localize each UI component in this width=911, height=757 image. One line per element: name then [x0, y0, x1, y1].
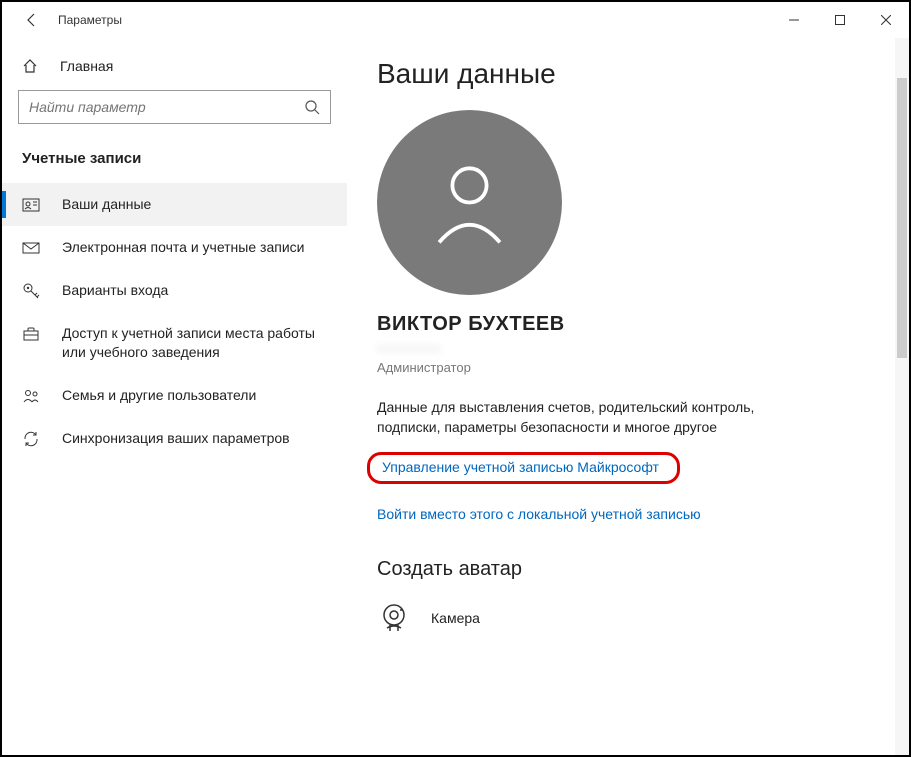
minimize-button[interactable]: [771, 2, 817, 38]
back-button[interactable]: [14, 2, 50, 38]
user-name: ВИКТОР БУХТЕЕВ: [377, 313, 879, 336]
user-placeholder-icon: [422, 155, 517, 250]
close-icon: [881, 15, 891, 25]
sidebar-item-label: Синхронизация ваших параметров: [62, 429, 290, 448]
user-role: Администратор: [377, 360, 879, 375]
info-text: Данные для выставления счетов, родительс…: [377, 397, 807, 438]
sidebar-item-label: Электронная почта и учетные записи: [62, 238, 304, 257]
sidebar-item-email-accounts[interactable]: Электронная почта и учетные записи: [2, 226, 347, 269]
search-box[interactable]: [18, 90, 331, 124]
titlebar: Параметры: [2, 2, 909, 38]
content-area: Ваши данные ВИКТОР БУХТЕЕВ •••••••••••••…: [347, 38, 909, 755]
sidebar-item-label: Семья и другие пользователи: [62, 386, 256, 405]
sidebar-item-label: Варианты входа: [62, 281, 168, 300]
search-icon: [304, 99, 320, 115]
window-controls: [771, 2, 909, 38]
local-account-link[interactable]: Войти вместо этого с локальной учетной з…: [377, 506, 701, 522]
search-input[interactable]: [29, 99, 304, 115]
maximize-button[interactable]: [817, 2, 863, 38]
sidebar-item-signin-options[interactable]: Варианты входа: [2, 269, 347, 312]
sidebar-item-your-info[interactable]: Ваши данные: [2, 183, 347, 226]
create-avatar-title: Создать аватар: [377, 558, 879, 581]
avatar-option-camera[interactable]: Камера: [377, 601, 879, 635]
close-button[interactable]: [863, 2, 909, 38]
key-icon: [22, 282, 40, 300]
sidebar-home-label: Главная: [60, 58, 113, 74]
minimize-icon: [789, 15, 799, 25]
avatar: [377, 110, 562, 295]
sidebar-item-work-school[interactable]: Доступ к учетной записи места работы или…: [2, 312, 347, 374]
window-title: Параметры: [58, 13, 122, 27]
sidebar-item-home[interactable]: Главная: [2, 50, 347, 82]
home-icon: [22, 58, 38, 74]
maximize-icon: [835, 15, 845, 25]
camera-label: Камера: [431, 610, 480, 626]
scrollbar-thumb[interactable]: [897, 78, 907, 358]
briefcase-icon: [22, 325, 40, 343]
scrollbar[interactable]: [895, 38, 909, 755]
sync-icon: [22, 430, 40, 448]
user-card-icon: [22, 196, 40, 214]
sidebar-item-label: Доступ к учетной записи места работы или…: [62, 324, 327, 362]
camera-icon: [377, 601, 411, 635]
mail-icon: [22, 239, 40, 257]
sidebar: Главная Учетные записи Ваши данные Элект…: [2, 38, 347, 755]
user-email: •••••••••••••: [377, 340, 879, 356]
sidebar-section-header: Учетные записи: [2, 142, 347, 183]
people-icon: [22, 387, 40, 405]
arrow-left-icon: [24, 12, 40, 28]
sidebar-item-family-users[interactable]: Семья и другие пользователи: [2, 374, 347, 417]
page-title: Ваши данные: [377, 58, 879, 90]
sidebar-item-label: Ваши данные: [62, 195, 151, 214]
sidebar-item-sync[interactable]: Синхронизация ваших параметров: [2, 417, 347, 460]
manage-microsoft-account-link[interactable]: Управление учетной записью Майкрософт: [367, 452, 680, 484]
